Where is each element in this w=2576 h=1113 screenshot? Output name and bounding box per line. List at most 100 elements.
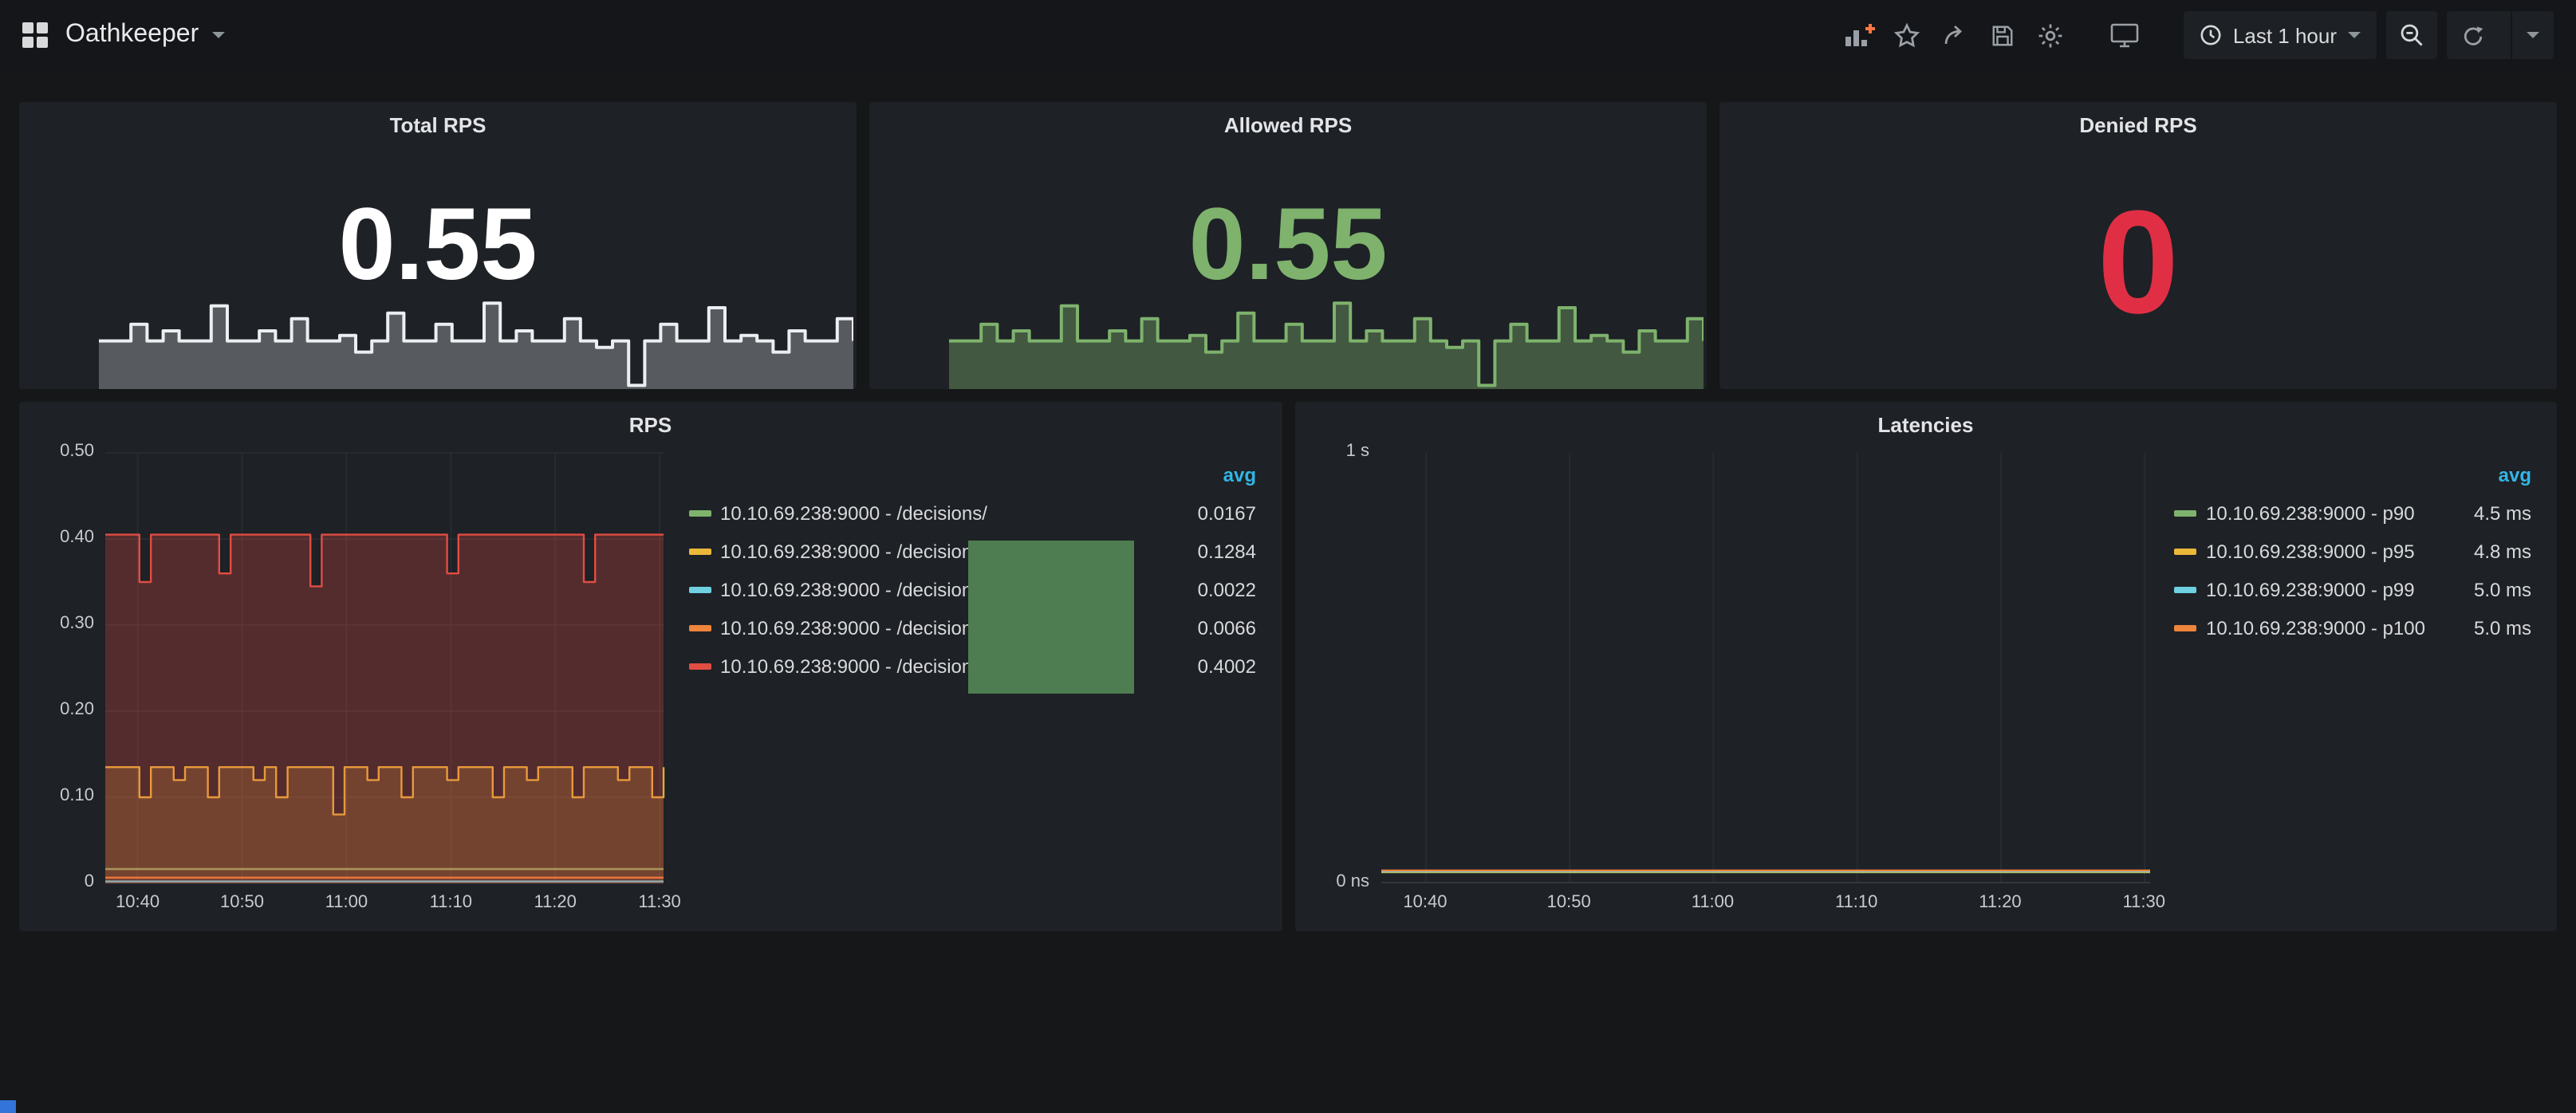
series-swatch-icon <box>2174 587 2196 593</box>
zoom-out-icon <box>2399 22 2424 48</box>
legend-row[interactable]: 10.10.69.238:9000 - /decisions/0.0167 <box>688 494 1256 533</box>
sparkline <box>99 297 853 389</box>
plot-area[interactable]: 1 s0 ns10:4010:5011:0011:1011:2011:30 <box>1381 453 2149 883</box>
plot-area[interactable]: 0.500.400.300.200.10010:4010:5011:0011:1… <box>105 453 663 883</box>
legend-row[interactable]: 10.10.69.238:9000 - p99 5.0 ms <box>2174 571 2531 609</box>
panel-rps: RPS 0.500.400.300.200.10010:4010:5011:00… <box>19 402 1282 931</box>
add-panel-button[interactable] <box>1836 13 1884 57</box>
stats-row: Total RPS 0.55 Allowed RPS 0.55 Denied R… <box>19 102 2557 389</box>
x-axis-tick: 10:40 <box>1393 893 1457 912</box>
settings-button[interactable] <box>2027 13 2075 57</box>
chart-svg <box>99 297 853 389</box>
series-name: 10.10.69.238:9000 - p99 <box>2206 579 2442 601</box>
series-swatch-icon <box>2174 549 2196 555</box>
series-avg-value: 0.1284 <box>1160 541 1256 563</box>
x-axis-tick: 10:40 <box>106 893 170 912</box>
graph-body: 1 s0 ns10:4010:5011:0011:1011:2011:30 av… <box>1294 437 2557 931</box>
refresh-control <box>2447 11 2554 59</box>
y-axis-tick: 0.10 <box>30 786 94 805</box>
y-axis-tick: 1 s <box>1306 442 1369 461</box>
clock-icon <box>2200 24 2222 46</box>
panel-title[interactable]: RPS <box>19 402 1282 437</box>
panel-latencies: Latencies 1 s0 ns10:4010:5011:0011:1011:… <box>1294 402 2557 931</box>
y-axis-tick: 0 ns <box>1306 872 1369 891</box>
top-nav: Oathkeeper <box>0 0 2576 70</box>
x-axis-tick: 11:10 <box>1825 893 1889 912</box>
panel-total-rps: Total RPS 0.55 <box>19 102 857 389</box>
dashboard-title-dropdown[interactable]: Oathkeeper <box>65 21 224 49</box>
series-avg-value: 5.0 ms <box>2452 617 2531 639</box>
x-axis-tick: 11:20 <box>1968 893 2032 912</box>
gear-icon <box>2038 22 2065 49</box>
green-overlay-artifact <box>968 541 1134 694</box>
x-axis-tick: 11:10 <box>419 893 483 912</box>
nav-toolbar: Last 1 hour <box>1836 11 2554 59</box>
series-avg-value: 0.0066 <box>1160 617 1256 639</box>
chevron-down-icon <box>211 32 224 38</box>
stat-value: 0 <box>1719 137 2557 389</box>
dashboard-title: Oathkeeper <box>65 21 199 49</box>
series-name: 10.10.69.238:9000 - p100 <box>2206 617 2442 639</box>
grafana-dashboard: Oathkeeper <box>0 0 2576 1113</box>
share-button[interactable] <box>1932 13 1979 57</box>
y-axis-tick: 0 <box>30 872 94 891</box>
legend: avg10.10.69.238:9000 - p904.5 ms10.10.69… <box>2164 440 2547 925</box>
y-axis-tick: 0.50 <box>30 442 94 461</box>
refresh-button[interactable] <box>2447 11 2499 59</box>
share-icon <box>1943 22 1968 48</box>
series-avg-value: 4.5 ms <box>2452 502 2531 525</box>
series-swatch-icon <box>2174 510 2196 517</box>
series-avg-value: 0.0167 <box>1160 502 1256 525</box>
chart-svg <box>949 297 1704 389</box>
refresh-interval-dropdown[interactable] <box>2511 11 2554 59</box>
x-axis-tick: 11:30 <box>2112 893 2176 912</box>
series-swatch-icon <box>688 625 711 631</box>
time-range-picker[interactable]: Last 1 hour <box>2184 11 2377 59</box>
legend-header: avg <box>688 456 1256 494</box>
star-icon <box>1894 22 1921 49</box>
star-button[interactable] <box>1884 13 1932 57</box>
x-axis-tick: 11:30 <box>628 893 691 912</box>
cycle-view-button[interactable] <box>2101 13 2149 57</box>
panel-title[interactable]: Total RPS <box>19 102 857 137</box>
legend-row[interactable]: 10.10.69.238:9000 - p100 5.0 ms <box>2174 609 2531 647</box>
panel-allowed-rps: Allowed RPS 0.55 <box>869 102 1707 389</box>
sidebar-corner-accent <box>0 1100 16 1113</box>
y-axis-tick: 0.40 <box>30 528 94 547</box>
apps-grid-icon[interactable] <box>22 22 48 48</box>
series-avg-value: 5.0 ms <box>2452 579 2531 601</box>
series-swatch-icon <box>688 549 711 555</box>
series-name: 10.10.69.238:9000 - p90 <box>2206 502 2442 525</box>
legend-header: avg <box>2174 456 2531 494</box>
time-range-label: Last 1 hour <box>2233 23 2337 47</box>
legend-avg-header: avg <box>1160 464 1256 486</box>
panel-title[interactable]: Denied RPS <box>1719 102 2557 137</box>
x-axis-tick: 11:00 <box>314 893 378 912</box>
save-icon <box>1991 23 2015 47</box>
x-axis-tick: 10:50 <box>1537 893 1601 912</box>
legend-row[interactable]: 10.10.69.238:9000 - p90 4.5 ms <box>2174 494 2531 533</box>
legend-row[interactable]: 10.10.69.238:9000 - p954.8 ms <box>2174 533 2531 571</box>
panel-title[interactable]: Latencies <box>1294 402 2557 437</box>
series-swatch-icon <box>688 510 711 517</box>
y-axis-tick: 0.30 <box>30 614 94 633</box>
series-avg-value: 4.8 ms <box>2452 541 2531 563</box>
x-axis-tick: 10:50 <box>211 893 274 912</box>
sparkline <box>949 297 1704 389</box>
legend-avg-header: avg <box>2452 464 2531 486</box>
dashboard-body: Total RPS 0.55 Allowed RPS 0.55 Denied R… <box>0 70 2576 931</box>
x-axis-tick: 11:00 <box>1680 893 1744 912</box>
series-avg-value: 0.4002 <box>1160 655 1256 678</box>
zoom-out-button[interactable] <box>2386 11 2437 59</box>
y-axis-tick: 0.20 <box>30 700 94 719</box>
save-button[interactable] <box>1979 13 2027 57</box>
refresh-icon <box>2461 23 2485 47</box>
add-panel-icon <box>1844 22 1876 48</box>
monitor-icon <box>2110 22 2139 48</box>
x-axis-tick: 11:20 <box>523 893 587 912</box>
chevron-down-icon <box>2348 32 2361 38</box>
series-swatch-icon <box>688 663 711 670</box>
panel-title[interactable]: Allowed RPS <box>869 102 1707 137</box>
nav-left: Oathkeeper <box>22 21 224 49</box>
graphs-row: RPS 0.500.400.300.200.10010:4010:5011:00… <box>19 402 2557 931</box>
